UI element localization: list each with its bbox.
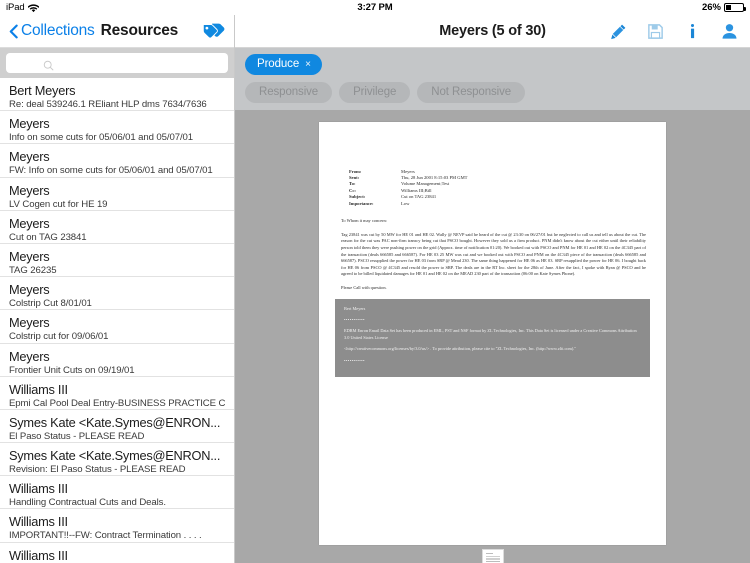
- license-block: Bert Meyers ••••••••••• EDRM Enron Email…: [335, 298, 650, 378]
- list-item-sender: Meyers: [9, 248, 50, 264]
- remove-tag-icon[interactable]: ×: [305, 59, 311, 70]
- list-item-subject: FW: Info on some cuts for 05/06/01 and 0…: [9, 165, 213, 177]
- back-chevron-icon[interactable]: [9, 24, 18, 39]
- detail-pane: Meyers (5 of 30) Produce × Responsive Pr…: [235, 15, 750, 563]
- list-item[interactable]: Meyers Colstrip Cut 8/01/01: [0, 277, 234, 311]
- license-divider-bottom: •••••••••••: [344, 357, 365, 363]
- list-item-subject: El Paso Status - PLEASE READ: [9, 430, 145, 442]
- tag-chip-not-responsive[interactable]: Not Responsive: [417, 82, 526, 103]
- email-body: To Whom it may concern: Tag 23841 was cu…: [341, 218, 646, 291]
- page-thumbnail-1[interactable]: [481, 549, 504, 563]
- search-field[interactable]: [6, 53, 228, 73]
- list-item-subject: Colstrip cut for 09/06/01: [9, 331, 109, 343]
- email-header-value: Thu, 28 Jun 2001 8:15:03 PM GMT: [401, 175, 468, 181]
- message-list[interactable]: Bert Meyers Re: deal 539246.1 REliant HLP…: [0, 78, 234, 563]
- tag-chip-produce[interactable]: Produce ×: [245, 54, 322, 75]
- toolbar-actions: [609, 22, 738, 40]
- list-item-subject: Epmi Cal Pool Deal Entry-BUSINESS PRACTI…: [9, 397, 225, 409]
- search-bar-container: [0, 48, 234, 78]
- list-item[interactable]: Williams III Epmi Cal Pool Deal Entry-BUS…: [0, 377, 234, 410]
- tag-chip-responsive[interactable]: Responsive: [245, 82, 333, 103]
- main-split: Collections Resources Bert Meyers Re: de…: [0, 15, 750, 563]
- list-item-sender: Meyers: [9, 116, 50, 132]
- app-root: iPad 3:27 PM 26% Collections Resources B…: [0, 0, 750, 563]
- list-item[interactable]: Meyers Cut on TAG 23841: [0, 211, 234, 244]
- list-item-sender: Meyers: [9, 315, 50, 331]
- back-button-label[interactable]: Collections: [21, 22, 95, 40]
- list-item-sender: Symes Kate <Kate.Symes@ENRON...: [9, 414, 221, 430]
- list-item-subject: Colstrip Cut 8/01/01: [9, 298, 92, 310]
- list-item[interactable]: Meyers FW: Info on some cuts for 05/06/01…: [0, 144, 234, 178]
- email-header-row: Importance: Low: [349, 200, 468, 206]
- email-header-value: Low: [401, 200, 410, 206]
- active-tag-row: Produce ×: [245, 54, 740, 75]
- status-right: 26%: [701, 2, 746, 13]
- email-header: From: Meyers Sent: Thu, 28 Jun 2001 8:15:03…: [349, 168, 654, 206]
- save-disk-icon[interactable]: [646, 22, 664, 40]
- tags-icon[interactable]: [201, 21, 225, 41]
- list-item-sender: Meyers: [9, 149, 50, 165]
- list-item[interactable]: Meyers Frontier Unit Cuts on 09/19/01: [0, 344, 234, 377]
- document-page: From: Meyers Sent: Thu, 28 Jun 2001 8:15:03…: [319, 122, 666, 545]
- list-item-subject: Handling Contractual Cuts and Deals.: [9, 497, 166, 509]
- license-line-2: <http://creativecommons.org/licenses/by/…: [344, 346, 577, 352]
- list-item[interactable]: Symes Kate <Kate.Symes@ENRON... Revision:…: [0, 443, 234, 477]
- list-item-sender: Bert Meyers: [9, 83, 76, 98]
- list-item-sender: Meyers: [9, 348, 50, 364]
- battery-percent: 26%: [701, 2, 721, 13]
- list-item[interactable]: Bert Meyers Re: deal 539246.1 REliant HLP…: [0, 78, 234, 112]
- sidebar: Collections Resources Bert Meyers Re: de…: [0, 15, 235, 563]
- list-item-subject: TAG 26235: [9, 264, 57, 276]
- list-item-sender: Meyers: [9, 182, 50, 198]
- email-closing: Please Call with question.: [341, 285, 387, 290]
- search-icon: [43, 58, 54, 70]
- list-item-sender: Meyers: [9, 215, 50, 231]
- document-scroll-area[interactable]: From: Meyers Sent: Thu, 28 Jun 2001 8:15:03…: [235, 110, 750, 563]
- tag-options-row: Responsive Privilege Not Responsive: [245, 82, 740, 103]
- list-item[interactable]: Meyers Info on some cuts for 05/06/01 and…: [0, 111, 234, 145]
- list-item-sender: Williams III: [9, 381, 68, 397]
- email-signature: Bert Meyers: [344, 305, 366, 311]
- page-thumbnail-strip: [235, 545, 750, 563]
- ios-status-bar: iPad 3:27 PM 26%: [0, 0, 750, 15]
- status-time: 3:27 PM: [357, 2, 393, 13]
- list-item-subject: IMPORTANT!!--FW: Contract Termination . …: [9, 530, 202, 542]
- email-paragraph: Tag 23841 was cut by 50 MW for HE 01 and…: [341, 231, 646, 277]
- list-item-sender: Williams III: [9, 481, 68, 497]
- list-item[interactable]: Meyers Colstrip cut for 09/06/01: [0, 310, 234, 344]
- list-item-subject: Frontier Unit Cuts on 09/19/01: [9, 364, 135, 376]
- list-item[interactable]: Meyers LV Cogen cut for HE 19: [0, 178, 234, 211]
- list-item-subject: LV Cogen cut for HE 19: [9, 198, 108, 210]
- license-divider-top: •••••••••••: [344, 317, 365, 322]
- edit-pencil-icon[interactable]: [609, 22, 627, 40]
- list-item[interactable]: Williams IIIMore CUTS procedures: [0, 543, 234, 563]
- sidebar-navbar: Collections Resources: [0, 15, 234, 48]
- list-item[interactable]: Symes Kate <Kate.Symes@ENRON... El Paso S…: [0, 410, 234, 444]
- list-item-sender: Williams III: [9, 514, 68, 530]
- tag-chip-produce-label: Produce: [257, 58, 300, 70]
- list-item-sender: Meyers: [9, 282, 50, 298]
- search-input[interactable]: [57, 57, 191, 69]
- tag-bar: Produce × Responsive Privilege Not Respons…: [235, 48, 750, 110]
- list-item[interactable]: Williams III IMPORTANT!!--FW: Contract Te…: [0, 509, 234, 543]
- list-item-sender: Symes Kate <Kate.Symes@ENRON...: [9, 448, 221, 464]
- detail-toolbar: Meyers (5 of 30): [235, 15, 750, 48]
- list-item[interactable]: Williams III Handling Contractual Cuts an…: [0, 476, 234, 510]
- list-item-subject: Re: deal 539246.1 REliant HLP dms 7634/7…: [9, 99, 207, 110]
- list-item[interactable]: Meyers TAG 26235: [0, 244, 234, 278]
- battery-icon: [724, 3, 746, 12]
- list-item-subject: Info on some cuts for 05/06/01 and 05/07…: [9, 132, 193, 144]
- list-item-sender: Williams III: [9, 547, 68, 563]
- license-line-1: EDRM Enron Email Data Set has been produ…: [344, 328, 637, 340]
- list-item-subject: Revision: El Paso Status - PLEASE READ: [9, 464, 186, 476]
- list-item-subject: Cut on TAG 23841: [9, 231, 87, 243]
- email-header-key: Importance:: [349, 200, 374, 206]
- tag-chip-privilege[interactable]: Privilege: [339, 82, 411, 103]
- info-icon[interactable]: [683, 22, 701, 40]
- person-icon[interactable]: [720, 22, 738, 40]
- email-salutation: To Whom it may concern:: [341, 218, 387, 224]
- page-title: Resources: [100, 22, 179, 39]
